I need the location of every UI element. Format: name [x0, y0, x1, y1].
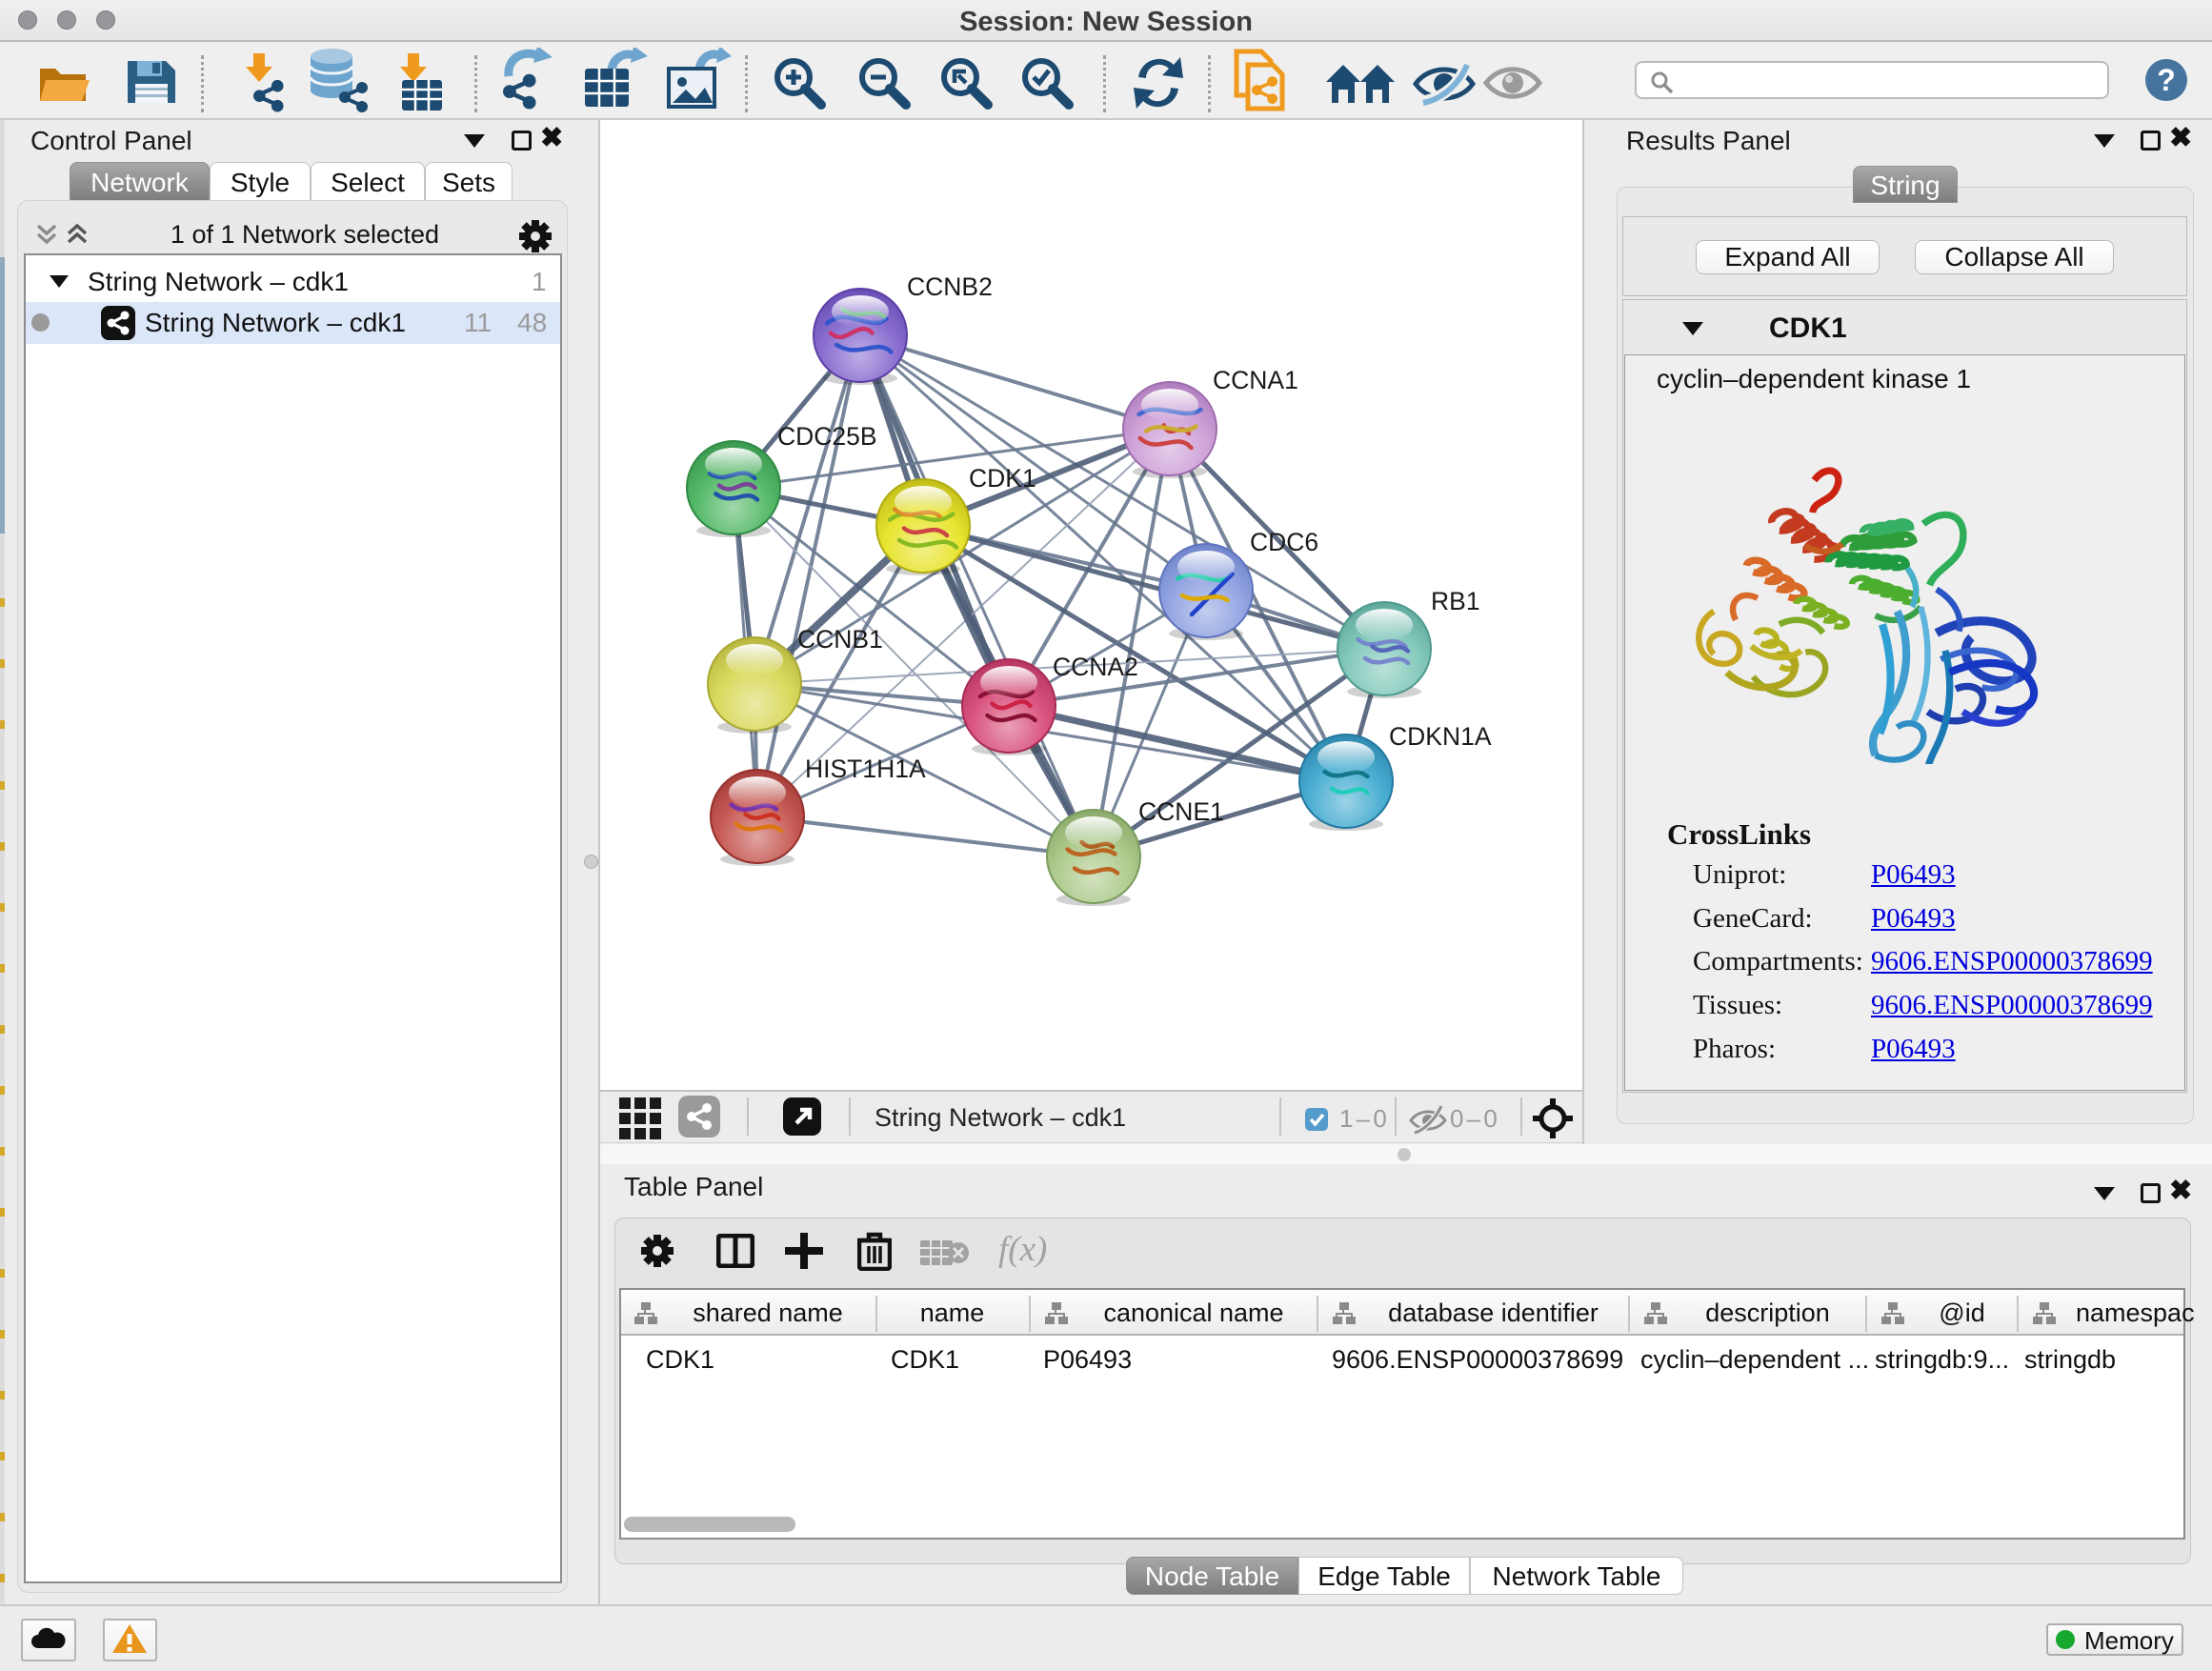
svg-text:CDKN1A: CDKN1A — [1389, 722, 1492, 751]
svg-text:CDK1: CDK1 — [969, 464, 1036, 493]
svg-text:CCNB2: CCNB2 — [907, 272, 993, 301]
svg-text:CCNA2: CCNA2 — [1053, 653, 1138, 681]
svg-text:CCNB1: CCNB1 — [797, 625, 883, 654]
svg-text:RB1: RB1 — [1431, 587, 1480, 615]
svg-text:CCNE1: CCNE1 — [1138, 797, 1224, 826]
svg-text:CCNA1: CCNA1 — [1213, 366, 1298, 394]
svg-text:CDC25B: CDC25B — [777, 422, 877, 451]
svg-text:CDC6: CDC6 — [1250, 528, 1318, 556]
svg-text:HIST1H1A: HIST1H1A — [805, 755, 926, 783]
